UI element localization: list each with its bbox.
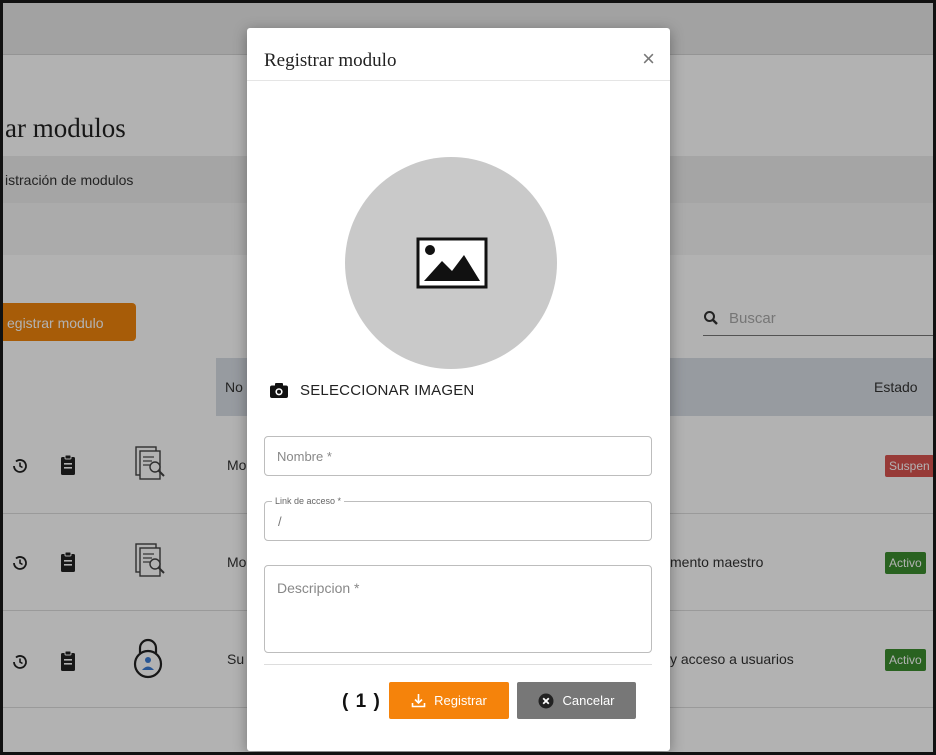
descripcion-field[interactable]: Descripcion *	[264, 565, 652, 653]
cancelar-button[interactable]: Cancelar	[517, 682, 636, 719]
link-access-field[interactable]: Link de acceso * /	[264, 496, 652, 541]
nombre-field[interactable]: Nombre *	[264, 436, 652, 476]
cancelar-label: Cancelar	[562, 693, 615, 708]
link-access-value: /	[278, 514, 282, 529]
dialog-footer-divider	[264, 664, 652, 665]
registrar-label: Registrar	[434, 693, 487, 708]
camera-icon	[270, 383, 288, 398]
register-module-dialog: Registrar modulo × SELECCIONAR IMAGEN No…	[247, 28, 670, 751]
dialog-title: Registrar modulo	[264, 50, 397, 71]
image-placeholder-icon	[416, 237, 488, 289]
select-image-button[interactable]: SELECCIONAR IMAGEN	[270, 382, 474, 399]
descripcion-placeholder: Descripcion *	[277, 580, 360, 596]
nombre-placeholder: Nombre *	[277, 449, 332, 464]
registrar-button[interactable]: Registrar	[389, 682, 509, 719]
app-frame: ar modulos istración de modulos egistrar…	[0, 0, 936, 755]
dialog-header: Registrar modulo ×	[247, 28, 670, 81]
step-annotation: ( 1 )	[342, 691, 381, 712]
download-icon	[411, 694, 426, 708]
close-icon[interactable]: ×	[642, 48, 655, 70]
select-image-label: SELECCIONAR IMAGEN	[300, 382, 475, 399]
image-preview	[345, 157, 557, 369]
link-access-label: Link de acceso *	[272, 496, 345, 506]
cancel-circle-icon	[538, 693, 554, 708]
